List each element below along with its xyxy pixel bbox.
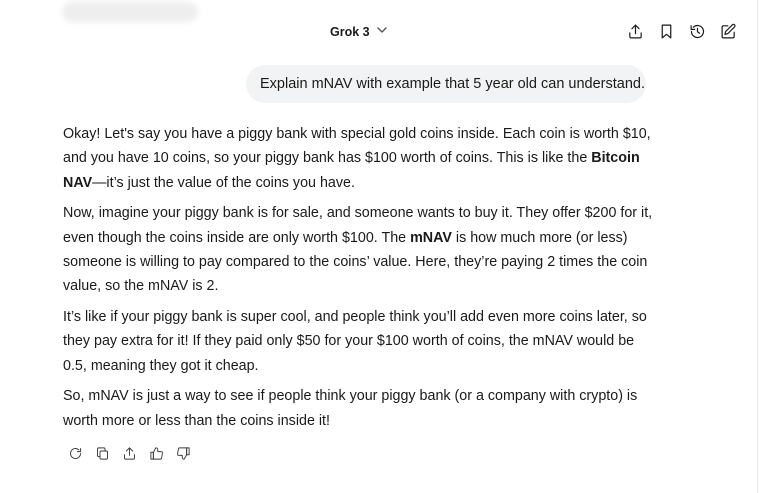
bookmark-button[interactable]	[655, 20, 677, 42]
response-paragraph: Now, imagine your piggy bank is for sale…	[63, 205, 653, 295]
thumbs-up-icon	[150, 447, 163, 460]
edit-button[interactable]	[717, 20, 739, 42]
dislike-button[interactable]	[174, 444, 193, 463]
share-button[interactable]	[624, 20, 646, 42]
edit-icon	[721, 23, 736, 38]
header-toolbar	[624, 20, 739, 42]
bookmark-icon	[661, 24, 671, 38]
blurred-title	[62, 2, 198, 22]
user-message-text: Explain mNAV with example that 5 year ol…	[260, 76, 645, 92]
model-selector[interactable]: Grok 3	[330, 22, 388, 42]
bold-term: mNAV	[410, 229, 452, 246]
copy-button[interactable]	[93, 444, 112, 463]
share-icon	[628, 24, 642, 38]
history-button[interactable]	[686, 20, 708, 42]
copy-icon	[97, 447, 108, 460]
thumbs-down-icon	[177, 447, 190, 460]
share-response-button[interactable]	[120, 444, 139, 463]
response-paragraph: Okay! Let's say you have a piggy bank wi…	[63, 126, 651, 191]
assistant-response: Okay! Let's say you have a piggy bank wi…	[63, 122, 653, 440]
chevron-down-icon	[376, 23, 388, 41]
share-icon	[124, 447, 135, 460]
like-button[interactable]	[147, 444, 166, 463]
response-paragraph: So, mNAV is just a way to see if people …	[63, 388, 638, 429]
history-icon	[690, 24, 704, 38]
regenerate-button[interactable]	[66, 444, 85, 463]
response-actions	[66, 444, 193, 463]
response-paragraph: It’s like if your piggy bank is super co…	[63, 309, 647, 374]
model-name: Grok 3	[330, 25, 370, 39]
user-message: Explain mNAV with example that 5 year ol…	[246, 65, 646, 103]
page-border	[757, 0, 758, 493]
regenerate-icon	[70, 448, 81, 459]
